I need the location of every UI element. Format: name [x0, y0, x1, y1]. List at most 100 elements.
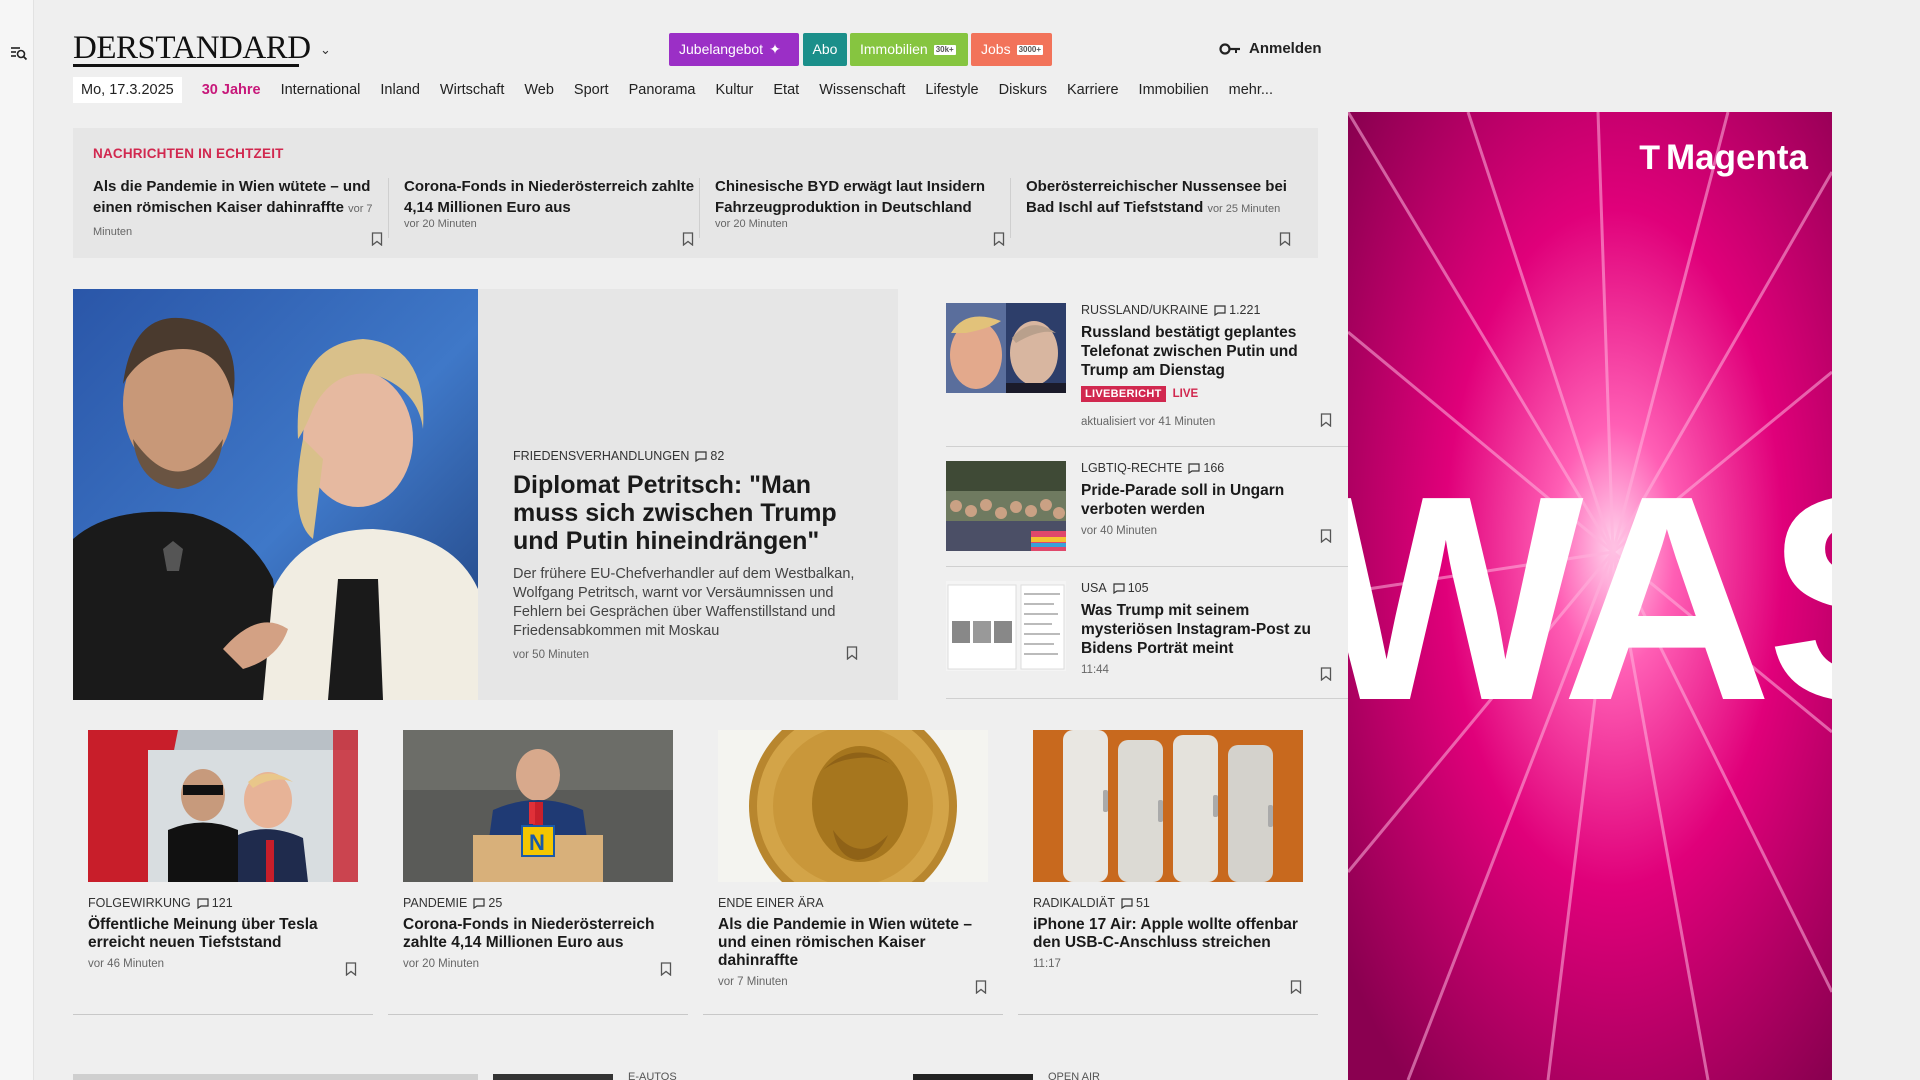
article-time: vor 46 Minuten [88, 958, 165, 970]
article-title[interactable]: Was Trump mit seinem mysteriösen Instagr… [1081, 601, 1331, 658]
hero-text: FRIEDENSVERHANDLUNGEN 82 Diplomat Petrit… [513, 449, 873, 661]
kicker-label: OPEN AIR [1048, 1071, 1100, 1080]
nav-item-immobilien[interactable]: Immobilien [1139, 82, 1209, 98]
article-time: 11:44 [1081, 664, 1109, 676]
article-image[interactable] [718, 730, 988, 882]
ticker-time: vor 20 Minuten [715, 218, 788, 230]
article-title[interactable]: Russland bestätigt geplantes Telefonat z… [1081, 323, 1331, 380]
live-label: LIVE [1172, 388, 1199, 400]
article-title[interactable]: Corona-Fonds in Niederösterreich zahlte … [403, 916, 673, 952]
search-menu-icon[interactable] [10, 44, 28, 62]
nav-item-panorama[interactable]: Panorama [629, 82, 696, 98]
nav-item-30-jahre[interactable]: 30 Jahre [202, 82, 261, 98]
article-thumbnail[interactable] [946, 303, 1066, 393]
article-time: vor 7 Minuten [718, 976, 788, 988]
nav-item-international[interactable]: International [281, 82, 361, 98]
magenta-advertisement[interactable]: T Magenta WAS [1348, 112, 1832, 1080]
comment-count[interactable]: 82 [695, 449, 724, 463]
kicker-label: E-AUTOS [628, 1071, 677, 1080]
article-image[interactable] [88, 730, 358, 882]
article-card[interactable]: RADIKALDIÄT 51 iPhone 17 Air: Apple woll… [1018, 700, 1318, 1015]
comment-count[interactable]: 25 [473, 896, 502, 910]
ad-brand-logo: T Magenta [1639, 138, 1808, 178]
side-article[interactable]: RUSSLAND/UKRAINE 1.221 Russland bestätig… [946, 289, 1352, 447]
nav-item-wissenschaft[interactable]: Wissenschaft [819, 82, 905, 98]
ticker-divider [388, 178, 389, 238]
nav-item-sport[interactable]: Sport [574, 82, 609, 98]
comment-icon [695, 450, 708, 462]
site-logo[interactable]: DERSTANDARD [73, 30, 311, 67]
next-row-kicker: E-AUTOS [628, 1071, 677, 1080]
bookmark-icon[interactable] [1290, 980, 1302, 994]
bookmark-icon[interactable] [345, 962, 357, 976]
ticker-headline: Chinesische BYD erwägt laut Insidern Fah… [715, 178, 986, 216]
nav-item-diskurs[interactable]: Diskurs [999, 82, 1047, 98]
promo-count-badge: 3000+ [1016, 44, 1044, 55]
nav-item-inland[interactable]: Inland [380, 82, 420, 98]
nav-item-kultur[interactable]: Kultur [716, 82, 754, 98]
hero-image[interactable] [73, 289, 478, 700]
comment-count[interactable]: 1.221 [1214, 303, 1260, 317]
login-button[interactable]: Anmelden [1219, 40, 1322, 57]
side-article-text: RUSSLAND/UKRAINE 1.221 Russland bestätig… [1081, 303, 1331, 428]
hero-article[interactable]: FRIEDENSVERHANDLUNGEN 82 Diplomat Petrit… [73, 289, 898, 700]
comment-count[interactable]: 166 [1188, 461, 1224, 475]
nav-item-etat[interactable]: Etat [773, 82, 799, 98]
article-title[interactable]: Pride-Parade soll in Ungarn verboten wer… [1081, 481, 1331, 519]
nav-item-mehr[interactable]: mehr... [1229, 82, 1273, 98]
promo-label: Jobs [981, 41, 1011, 57]
article-card[interactable]: N PANDEMIE 25 Corona-Fonds in Niederöste… [388, 700, 688, 1015]
article-thumbnail[interactable] [946, 581, 1066, 671]
promo-abo-button[interactable]: Abo [803, 33, 847, 66]
ticker-item[interactable]: Chinesische BYD erwägt laut Insidern Fah… [715, 176, 1015, 246]
article-title[interactable]: Öffentliche Meinung über Tesla erreicht … [88, 916, 358, 952]
promo-count-badge: 30k+ [933, 44, 956, 55]
comment-icon [1214, 304, 1226, 316]
bookmark-icon[interactable] [1320, 529, 1332, 543]
comment-count-value: 25 [488, 896, 503, 910]
promo-jobs-button[interactable]: Jobs 3000+ [971, 33, 1052, 66]
nav-item-wirtschaft[interactable]: Wirtschaft [440, 82, 504, 98]
nav-item-lifestyle[interactable]: Lifestyle [925, 82, 978, 98]
card-text: PANDEMIE 25 Corona-Fonds in Niederösterr… [403, 896, 673, 970]
bookmark-icon[interactable] [1279, 232, 1291, 246]
hero-title[interactable]: Diplomat Petritsch: "Man muss sich zwisc… [513, 471, 873, 555]
article-title[interactable]: iPhone 17 Air: Apple wollte offenbar den… [1033, 916, 1303, 952]
bookmark-icon[interactable] [371, 232, 383, 246]
comment-count[interactable]: 121 [197, 896, 233, 910]
comment-count[interactable]: 105 [1113, 581, 1149, 595]
ticker-time: vor 25 Minuten [1207, 203, 1281, 215]
bookmark-icon[interactable] [846, 646, 858, 660]
chevron-down-icon[interactable]: ⌄ [320, 42, 331, 58]
article-kicker: FOLGEWIRKUNG 121 [88, 896, 358, 910]
ticker-item[interactable]: Corona-Fonds in Niederösterreich zahlte … [404, 176, 704, 246]
comment-count[interactable]: 51 [1121, 896, 1150, 910]
comment-icon [473, 897, 485, 909]
ticker-time: vor 20 Minuten [404, 218, 477, 230]
article-card[interactable]: ENDE EINER ÄRA Als die Pandemie in Wien … [703, 700, 1003, 1015]
bookmark-icon[interactable] [993, 232, 1005, 246]
nav-item-karriere[interactable]: Karriere [1067, 82, 1119, 98]
main-nav: Mo, 17.3.2025 30 Jahre International Inl… [73, 77, 1293, 103]
bookmark-icon[interactable] [975, 980, 987, 994]
side-article[interactable]: LGBTIQ-RECHTE 166 Pride-Parade soll in U… [946, 447, 1352, 567]
promo-immobilien-button[interactable]: Immobilien 30k+ [850, 33, 968, 66]
ticker-item[interactable]: Oberösterreichischer Nussensee bei Bad I… [1026, 176, 1301, 246]
comment-count-value: 82 [710, 449, 725, 463]
hero-lead: Der frühere EU-Chefverhandler auf dem We… [513, 566, 855, 639]
bookmark-icon[interactable] [660, 962, 672, 976]
ticker-item[interactable]: Als die Pandemie in Wien wütete – und ei… [93, 176, 393, 246]
promo-jubelangebot-button[interactable]: Jubelangebot ✦ [669, 33, 799, 66]
article-image[interactable] [1033, 730, 1303, 882]
bookmark-icon[interactable] [682, 232, 694, 246]
kicker-label: RADIKALDIÄT [1033, 896, 1115, 910]
article-thumbnail[interactable] [946, 461, 1066, 551]
article-image[interactable]: N [403, 730, 673, 882]
article-title[interactable]: Als die Pandemie in Wien wütete – und ei… [718, 916, 988, 970]
bookmark-icon[interactable] [1320, 413, 1332, 427]
article-card[interactable]: FOLGEWIRKUNG 121 Öffentliche Meinung übe… [73, 700, 373, 1015]
bookmark-icon[interactable] [1320, 667, 1332, 681]
comment-icon [197, 897, 209, 909]
nav-item-web[interactable]: Web [524, 82, 554, 98]
side-article[interactable]: USA 105 Was Trump mit seinem mysteriösen… [946, 567, 1352, 699]
